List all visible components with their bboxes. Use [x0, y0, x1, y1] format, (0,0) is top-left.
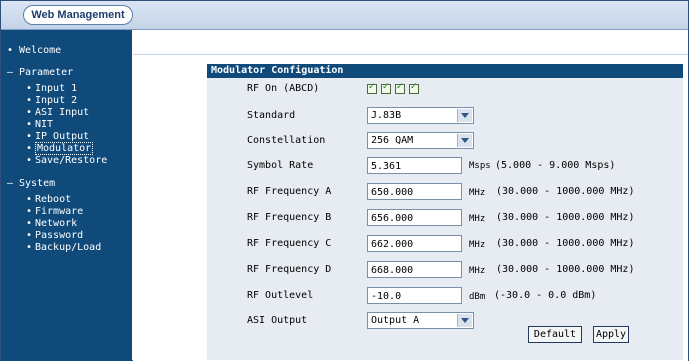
rf-frequency-d-input[interactable]: 668.000 — [367, 261, 462, 278]
sidebar-item-backup-load[interactable]: • Backup/Load — [26, 242, 101, 254]
sidebar-item-input-1[interactable]: • Input 1 — [26, 83, 77, 95]
brand-tab[interactable]: Web Management — [23, 5, 133, 25]
main-content: Modulator Configuation RF On (ABCD) Stan… — [133, 30, 688, 361]
sidebar-item-label: System — [19, 178, 56, 189]
rf-outlevel-label: RF Outlevel — [247, 290, 314, 301]
sidebar-item-system[interactable]: – System — [7, 178, 55, 190]
bullet-icon: • — [26, 206, 33, 217]
rf-frequency-c-range: (30.000 - 1000.000 MHz) — [496, 238, 635, 249]
symbol-rate-unit: Msps — [469, 161, 491, 171]
sidebar-item-label: NIT — [35, 119, 54, 130]
modulator-config-panel: Modulator Configuation RF On (ABCD) Stan… — [207, 64, 683, 360]
content-divider — [133, 54, 688, 55]
rf-frequency-b-label: RF Frequency B — [247, 212, 332, 223]
sidebar-item-label: Firmware — [35, 206, 84, 217]
sidebar-item-label: Input 1 — [35, 83, 78, 94]
sidebar-item-input-2[interactable]: • Input 2 — [26, 95, 77, 107]
rf-frequency-b-input[interactable]: 656.000 — [367, 209, 462, 226]
bullet-icon: • — [26, 218, 33, 229]
bullet-icon: • — [26, 194, 33, 205]
sidebar-nav: • Welcome – Parameter • Input 1 • Input 2 • A… — [1, 30, 132, 361]
chevron-down-icon[interactable] — [457, 109, 472, 122]
default-button[interactable]: Default — [528, 326, 582, 343]
sidebar-item-label: Input 2 — [35, 95, 78, 106]
apply-button[interactable]: Apply — [593, 326, 629, 343]
sidebar-item-label: IP Output — [35, 131, 90, 142]
rf-frequency-a-unit: MHz — [469, 188, 486, 198]
standard-value: J.83B — [371, 110, 402, 121]
sidebar-item-save-restore[interactable]: • Save/Restore — [26, 155, 107, 167]
rf-frequency-b-range: (30.000 - 1000.000 MHz) — [496, 212, 635, 223]
rf-frequency-d-unit: MHz — [469, 266, 486, 276]
collapse-icon: – — [7, 178, 14, 189]
rf-frequency-a-range: (30.000 - 1000.000 MHz) — [496, 186, 635, 197]
collapse-icon: – — [7, 67, 14, 78]
bullet-icon: • — [26, 119, 33, 130]
rf-on-label: RF On (ABCD) — [247, 83, 320, 94]
asi-output-label: ASI Output — [247, 315, 308, 326]
symbol-rate-input[interactable]: 5.361 — [367, 157, 462, 174]
sidebar-item-asi-input[interactable]: • ASI Input — [26, 107, 89, 119]
bullet-icon: • — [26, 230, 33, 241]
bullet-icon: • — [26, 95, 33, 106]
symbol-rate-label: Symbol Rate — [247, 160, 314, 171]
standard-label: Standard — [247, 110, 296, 121]
rf-frequency-c-input[interactable]: 662.000 — [367, 235, 462, 252]
sidebar-item-label: Parameter — [19, 67, 74, 78]
sidebar-item-label: Backup/Load — [35, 242, 102, 253]
chevron-down-icon[interactable] — [457, 314, 472, 327]
sidebar-item-parameter[interactable]: – Parameter — [7, 67, 73, 79]
sidebar-item-label: Network — [35, 218, 78, 229]
top-bar: Web Management — [1, 1, 688, 30]
bullet-icon: • — [26, 107, 33, 118]
sidebar-item-welcome[interactable]: • Welcome — [7, 45, 61, 57]
constellation-value: 256 QAM — [371, 135, 414, 146]
sidebar-item-label: Save/Restore — [35, 155, 108, 166]
sidebar-item-password[interactable]: • Password — [26, 230, 83, 242]
rf-outlevel-unit: dBm — [469, 292, 486, 302]
constellation-label: Constellation — [247, 135, 326, 146]
rf-frequency-b-unit: MHz — [469, 214, 486, 224]
rf-on-c-checkbox[interactable] — [395, 82, 405, 94]
rf-outlevel-input[interactable]: -10.0 — [367, 287, 462, 304]
symbol-rate-range: (5.000 - 9.000 Msps) — [495, 160, 616, 171]
rf-outlevel-range: (-30.0 - 0.0 dBm) — [494, 290, 597, 301]
standard-select[interactable]: J.83B — [367, 107, 474, 124]
rf-frequency-c-label: RF Frequency C — [247, 238, 332, 249]
sidebar-item-nit[interactable]: • NIT — [26, 119, 53, 131]
rf-on-b-checkbox[interactable] — [381, 82, 391, 94]
bullet-icon: • — [26, 83, 33, 94]
sidebar-item-label: ASI Input — [35, 107, 90, 118]
bullet-icon: • — [26, 155, 33, 166]
rf-frequency-d-label: RF Frequency D — [247, 264, 332, 275]
sidebar-item-label: Reboot — [35, 194, 72, 205]
rf-on-d-checkbox[interactable] — [409, 82, 419, 94]
asi-output-select[interactable]: Output A — [367, 312, 474, 329]
bullet-icon: • — [26, 143, 33, 154]
rf-frequency-a-label: RF Frequency A — [247, 186, 332, 197]
bullet-icon: • — [26, 131, 33, 142]
rf-on-a-checkbox[interactable] — [367, 82, 377, 94]
constellation-select[interactable]: 256 QAM — [367, 132, 474, 149]
rf-frequency-c-unit: MHz — [469, 240, 486, 250]
sidebar-item-modulator[interactable]: • Modulator — [26, 142, 94, 155]
sidebar-item-label: Welcome — [19, 45, 62, 56]
rf-frequency-a-input[interactable]: 650.000 — [367, 183, 462, 200]
bullet-icon: • — [7, 45, 14, 56]
sidebar-item-label: Password — [35, 230, 84, 241]
sidebar-item-network[interactable]: • Network — [26, 218, 77, 230]
sidebar-item-reboot[interactable]: • Reboot — [26, 194, 71, 206]
bullet-icon: • — [26, 242, 33, 253]
panel-title: Modulator Configuation — [207, 64, 683, 78]
rf-frequency-d-range: (30.000 - 1000.000 MHz) — [496, 264, 635, 275]
sidebar-item-label: Modulator — [35, 142, 94, 155]
asi-output-value: Output A — [371, 315, 420, 326]
sidebar-item-firmware[interactable]: • Firmware — [26, 206, 83, 218]
chevron-down-icon[interactable] — [457, 134, 472, 147]
